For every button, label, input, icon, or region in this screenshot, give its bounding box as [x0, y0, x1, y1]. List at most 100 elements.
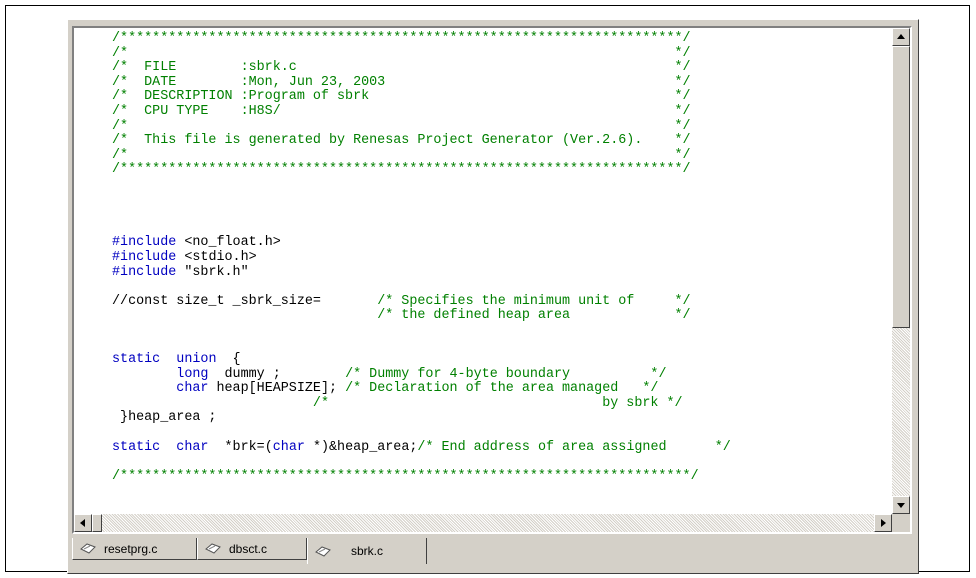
scroll-down-button[interactable]	[892, 496, 910, 514]
code-comment: /* by sbrk */	[312, 395, 683, 411]
code-text: *brk=(	[208, 439, 273, 455]
code-comment: /***************************************…	[112, 31, 691, 46]
code-line: }heap_area ;	[112, 411, 731, 426]
code-preprocessor: #include	[112, 235, 177, 251]
code-comment: /* */	[112, 45, 691, 61]
code-text: <stdio.h>	[176, 249, 257, 265]
code-line: /* DATE :Mon, Jun 23, 2003 */	[112, 74, 731, 91]
tab-label: sbrk.c	[351, 544, 384, 558]
code-comment: /* This file is generated by Renesas Pro…	[112, 133, 691, 149]
code-text: }heap_area ;	[112, 410, 217, 426]
code-line: /* */	[112, 45, 731, 62]
code-line: /* by sbrk */	[112, 395, 731, 412]
code-line: /* DESCRIPTION :Program of sbrk */	[112, 90, 731, 105]
editor-gutter	[74, 28, 108, 514]
arrow-down-icon	[897, 503, 905, 508]
figure-frame: /***************************************…	[5, 5, 970, 574]
c-file-icon	[80, 543, 96, 554]
code-line: /* */	[112, 118, 731, 135]
code-comment: /* */	[112, 147, 691, 163]
horizontal-scroll-thumb[interactable]	[92, 514, 102, 532]
scroll-up-button[interactable]	[892, 28, 910, 46]
code-line: /* CPU TYPE :H8S/ */	[112, 103, 731, 120]
code-keyword: union	[176, 352, 217, 368]
source-code[interactable]: /***************************************…	[112, 31, 731, 485]
arrow-up-icon	[897, 34, 905, 39]
tab-resetprg[interactable]: resetprg.c	[72, 538, 197, 560]
editor-window: /***************************************…	[67, 19, 919, 574]
tab-label: resetprg.c	[104, 541, 158, 556]
code-preprocessor: #include	[112, 249, 177, 265]
code-line: static union {	[112, 352, 731, 368]
code-comment: /* Declaration of the area managed */	[345, 381, 659, 397]
tab-label: dbsct.c	[229, 541, 268, 556]
code-comment: /***************************************…	[112, 162, 691, 178]
code-comment: /* Dummy for 4-byte boundary */	[345, 366, 667, 382]
code-text: dummy ;	[208, 366, 346, 382]
code-preprocessor: #include	[112, 264, 177, 280]
code-line: /* the defined heap area */	[112, 308, 731, 324]
code-text: <no_float.h>	[176, 235, 281, 251]
scrollbar-corner	[892, 514, 910, 532]
code-line: long dummy ; /* Dummy for 4-byte boundar…	[112, 366, 731, 383]
code-comment: /* DESCRIPTION :Program of sbrk */	[112, 89, 691, 105]
c-file-icon	[205, 543, 221, 554]
code-line: /* FILE :sbrk.c */	[112, 60, 731, 76]
code-line: //const size_t _sbrk_size= /* Specifies …	[112, 293, 731, 310]
code-line: /***************************************…	[112, 163, 731, 178]
code-line: /***************************************…	[112, 31, 731, 47]
code-line: /***************************************…	[112, 468, 731, 485]
editor-client-area: /***************************************…	[72, 26, 912, 534]
code-text: *)&heap_area;	[304, 439, 418, 455]
code-keyword: char	[176, 439, 209, 455]
scroll-right-button[interactable]	[874, 514, 892, 532]
file-tab-bar: resetprg.c dbsct.c sbrk.c	[72, 538, 912, 568]
code-line: #include <no_float.h>	[112, 236, 731, 251]
arrow-right-icon	[881, 519, 886, 527]
code-text: "sbrk.h"	[176, 264, 249, 280]
arrow-left-icon	[80, 519, 85, 527]
code-comment: /* End address of area assigned */	[417, 439, 731, 455]
code-line: static char *brk=(char *)&heap_area;/* E…	[112, 439, 731, 456]
code-line: /* */	[112, 147, 731, 164]
code-line: #include "sbrk.h"	[112, 264, 731, 281]
code-keyword: char	[272, 439, 305, 455]
code-comment: /* */	[112, 118, 691, 134]
code-keyword: char	[176, 381, 209, 397]
code-comment: /***************************************…	[112, 468, 699, 484]
code-comment: /* Specifies the minimum unit of */	[377, 293, 691, 309]
code-comment: /* the defined heap area */	[377, 308, 691, 324]
vertical-scroll-thumb[interactable]	[892, 46, 910, 328]
code-comment: /* CPU TYPE :H8S/ */	[112, 103, 691, 119]
tab-dbsct[interactable]: dbsct.c	[197, 538, 307, 560]
code-editor[interactable]: /***************************************…	[74, 28, 892, 514]
tab-sbrk[interactable]: sbrk.c	[307, 538, 427, 564]
code-keyword: static	[112, 352, 161, 368]
code-comment: /* FILE :sbrk.c */	[112, 60, 691, 76]
code-comment: /* DATE :Mon, Jun 23, 2003 */	[112, 74, 691, 90]
horizontal-scrollbar[interactable]	[74, 514, 892, 532]
c-file-icon	[315, 545, 331, 557]
code-line: #include <stdio.h>	[112, 249, 731, 266]
code-keyword: long	[176, 366, 209, 382]
code-line: /* This file is generated by Renesas Pro…	[112, 133, 731, 149]
vertical-scrollbar[interactable]	[892, 28, 910, 514]
code-text: heap[HEAPSIZE];	[208, 381, 346, 397]
code-text: {	[216, 352, 241, 368]
scroll-left-button[interactable]	[74, 514, 92, 532]
code-text: //const size_t _sbrk_size=	[112, 293, 378, 309]
